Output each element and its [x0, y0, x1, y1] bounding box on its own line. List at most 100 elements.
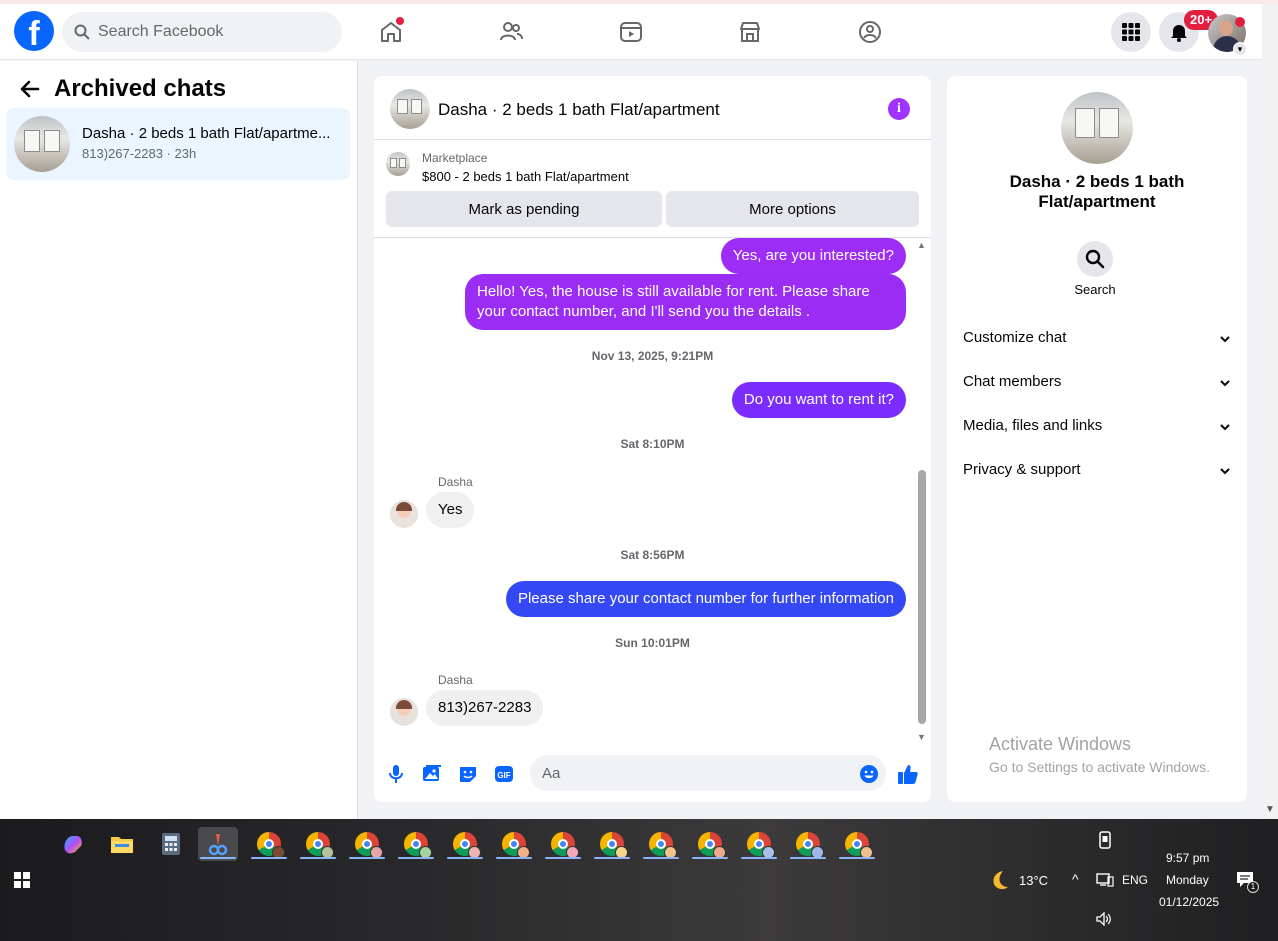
sent-message[interactable]: Yes, are you interested? [720, 238, 906, 274]
sticker-icon [460, 767, 476, 782]
chrome-profile-app[interactable] [350, 827, 384, 861]
groups-icon [859, 21, 881, 43]
nav-friends[interactable] [495, 16, 527, 48]
mark-as-pending-button[interactable]: Mark as pending [386, 191, 662, 227]
chevron-down-icon [1220, 424, 1230, 431]
gif-icon: GIF [495, 766, 513, 782]
chrome-profile-app[interactable] [693, 827, 727, 861]
chrome-profile-app[interactable] [252, 827, 286, 861]
received-message[interactable]: 813)267-2283 [426, 690, 544, 726]
listing-avatar [14, 116, 70, 172]
sticker-button[interactable] [457, 763, 479, 785]
listing-price-title[interactable]: $800 - 2 beds 1 bath Flat/apartment [422, 169, 629, 184]
weather-widget[interactable] [982, 863, 1016, 897]
chevron-down-icon [1220, 380, 1230, 387]
chrome-profile-app[interactable] [595, 827, 629, 861]
sender-avatar[interactable] [390, 500, 418, 528]
sent-message[interactable]: Please share your contact number for fur… [505, 581, 906, 617]
calculator-app[interactable] [154, 827, 188, 861]
smiley-icon [860, 765, 878, 783]
chat-preview-text: 813)267-2283 [82, 146, 163, 161]
received-message[interactable]: Yes [426, 492, 475, 528]
message-list[interactable]: Yes, are you interested? Hello! Yes, the… [374, 238, 931, 740]
conversation-title[interactable]: Dasha · 2 beds 1 bath Flat/apartment [438, 100, 720, 120]
copilot-app[interactable] [56, 827, 90, 861]
menu-button[interactable] [1111, 12, 1151, 52]
volume-icon[interactable] [1096, 912, 1112, 926]
search-input[interactable] [98, 23, 318, 41]
account-chevron-down-icon[interactable]: ▾ [1233, 42, 1247, 56]
details-name: Dasha · 2 beds 1 bath Flat/apartment [947, 172, 1247, 212]
marketplace-icon [740, 22, 760, 42]
scroll-down-arrow-icon[interactable]: ▼ [917, 732, 926, 742]
sender-avatar[interactable] [390, 698, 418, 726]
scroll-up-arrow-icon[interactable]: ▲ [917, 240, 926, 250]
section-media-files-links[interactable]: Media, files and links [963, 417, 1231, 441]
marketplace-label: Marketplace [422, 151, 488, 165]
clock-time[interactable]: 9:57 pm [1166, 851, 1209, 865]
running-app-indicator [349, 857, 385, 859]
running-app-indicator [251, 857, 287, 859]
nav-home[interactable] [375, 16, 407, 48]
chrome-profile-app[interactable] [644, 827, 678, 861]
section-customize-chat[interactable]: Customize chat [963, 329, 1231, 353]
gif-button[interactable]: GIF [493, 763, 515, 785]
chrome-profile-app[interactable] [497, 827, 531, 861]
message-scrollbar[interactable]: ▲ ▼ [917, 238, 927, 742]
info-icon[interactable]: i [888, 98, 910, 120]
clock-date[interactable]: 01/12/2025 [1159, 895, 1219, 909]
message-timestamp: Nov 13, 2025, 9:21PM [591, 349, 714, 363]
scroll-down-arrow-icon[interactable]: ▼ [1265, 804, 1275, 815]
chevron-down-icon [1220, 468, 1230, 475]
details-avatar[interactable] [1061, 92, 1133, 164]
chrome-profile-app[interactable] [742, 827, 776, 861]
sent-message[interactable]: Hello! Yes, the house is still available… [465, 274, 906, 330]
conversation-header: Dasha · 2 beds 1 bath Flat/apartment i [374, 76, 931, 140]
section-label: Media, files and links [963, 417, 1103, 434]
photo-icon [423, 765, 441, 781]
clock-day[interactable]: Monday [1166, 873, 1209, 887]
emoji-button[interactable] [858, 763, 880, 785]
sent-message[interactable]: Do you want to rent it? [731, 382, 906, 418]
voice-clip-button[interactable] [385, 763, 407, 785]
section-chat-members[interactable]: Chat members [963, 373, 1231, 397]
chrome-profile-app[interactable] [546, 827, 580, 861]
nav-marketplace[interactable] [734, 16, 766, 48]
search-icon [74, 24, 90, 40]
attach-media-button[interactable] [421, 763, 443, 785]
file-explorer-app[interactable] [105, 827, 139, 861]
svg-text:GIF: GIF [497, 771, 510, 780]
network-icon[interactable] [1096, 873, 1114, 887]
chat-list-item[interactable]: Dasha · 2 beds 1 bath Flat/apartme... 81… [6, 108, 350, 180]
chrome-profile-app[interactable] [791, 827, 825, 861]
windows-start-icon[interactable] [14, 872, 30, 888]
device-status-icon[interactable] [1088, 823, 1122, 857]
show-hidden-icons-chevron-up-icon[interactable]: ^ [1072, 871, 1079, 887]
chrome-profile-app[interactable] [840, 827, 874, 861]
more-options-button[interactable]: More options [666, 191, 919, 227]
back-arrow-icon[interactable] [18, 77, 42, 101]
message-timestamp: Sun 10:01PM [615, 636, 690, 650]
chrome-profile-app[interactable] [301, 827, 335, 861]
section-privacy-support[interactable]: Privacy & support [963, 461, 1231, 485]
message-input[interactable] [530, 755, 886, 791]
input-language[interactable]: ENG [1122, 873, 1148, 887]
conversation-avatar[interactable] [390, 89, 430, 129]
message-timestamp: Sat 8:56PM [620, 548, 685, 562]
nav-groups[interactable] [854, 16, 886, 48]
facebook-logo-icon[interactable]: f [14, 11, 54, 51]
moon-icon [993, 871, 1008, 890]
page-scrollbar[interactable]: ▼ [1262, 4, 1278, 819]
chrome-profile-app[interactable] [448, 827, 482, 861]
chrome-profile-app[interactable] [399, 827, 433, 861]
details-name-text: Dasha · 2 beds 1 bath Flat/apartment [1009, 172, 1185, 211]
nav-video[interactable] [615, 16, 647, 48]
chat-preview-time: 23h [174, 146, 197, 161]
snipping-tool-app[interactable] [198, 827, 238, 861]
running-app-indicator [692, 857, 728, 859]
search-in-conversation-button[interactable] [1077, 241, 1113, 277]
like-button[interactable] [897, 763, 919, 785]
notification-count: 1 [1247, 881, 1259, 893]
search-box[interactable] [62, 12, 342, 52]
scrollbar-thumb[interactable] [918, 470, 926, 724]
